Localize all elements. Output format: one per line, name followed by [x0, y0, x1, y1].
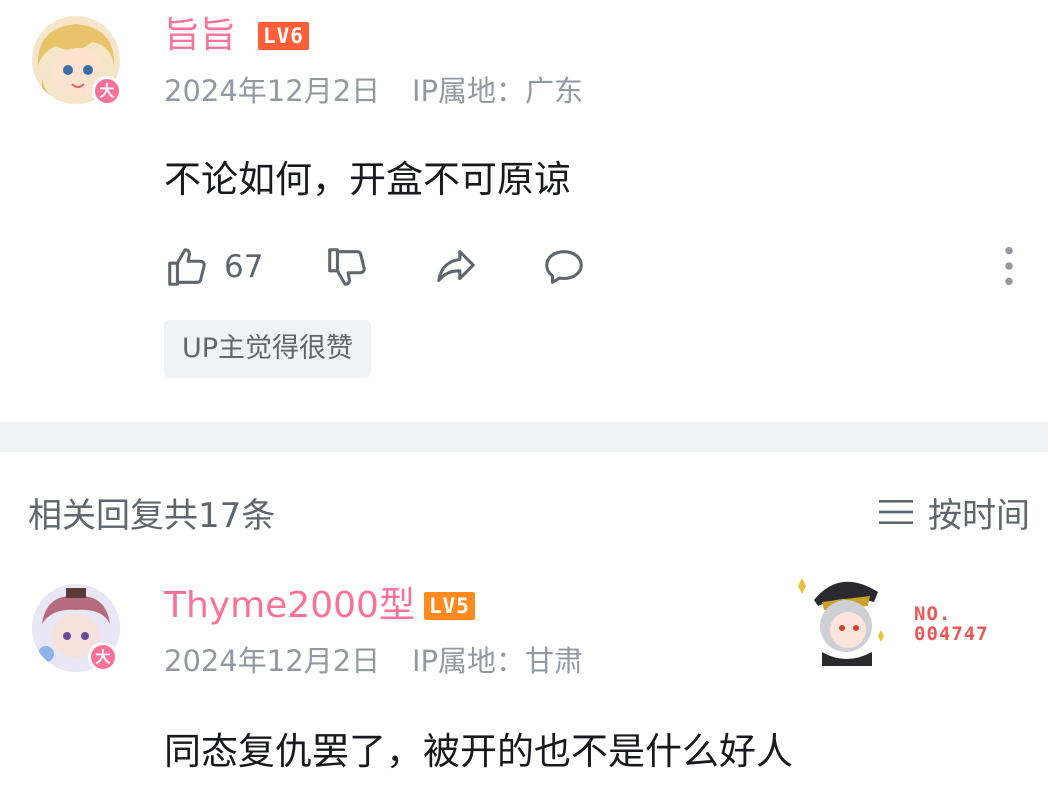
sort-icon [878, 496, 914, 536]
comment-text: 不论如何，开盒不可原谅 [164, 158, 571, 201]
sort-label: 按时间 [928, 496, 1030, 536]
reply-button[interactable] [540, 244, 588, 290]
fan-card-image [792, 566, 904, 666]
fan-number-value: 004747 [914, 623, 989, 645]
reply-text: 同态复仇罢了，被开的也不是什么好人 [164, 730, 793, 773]
level-badge: LV6 [258, 22, 309, 50]
comment-username[interactable]: 旨旨 [164, 16, 236, 56]
comment-ip: IP属地：广东 [412, 74, 584, 108]
fan-number-prefix: NO. [914, 603, 952, 625]
share-icon [432, 244, 480, 290]
section-divider [0, 422, 1048, 452]
reply-ip: IP属地：甘肃 [412, 644, 584, 678]
like-icon [164, 244, 210, 290]
reply-icon [540, 244, 588, 290]
up-liked-tag: UP主觉得很赞 [164, 320, 372, 378]
big-member-badge: 大 [88, 642, 118, 672]
more-button[interactable] [998, 244, 1020, 288]
more-icon [998, 244, 1020, 288]
sort-button[interactable]: 按时间 [878, 496, 1030, 536]
level-badge: LV5 [424, 592, 475, 620]
dislike-button[interactable] [324, 244, 370, 290]
comment-date: 2024年12月2日 [164, 74, 381, 108]
like-count: 67 [224, 249, 264, 285]
fan-number-badge: NO. 004747 [914, 604, 989, 644]
reply-username[interactable]: Thyme2000型 [164, 586, 415, 626]
big-member-badge: 大 [92, 76, 122, 106]
share-button[interactable] [432, 244, 480, 290]
replies-count-title: 相关回复共17条 [28, 496, 276, 536]
like-button[interactable]: 67 [164, 244, 263, 290]
dislike-icon [324, 244, 370, 290]
reply-date: 2024年12月2日 [164, 644, 381, 678]
